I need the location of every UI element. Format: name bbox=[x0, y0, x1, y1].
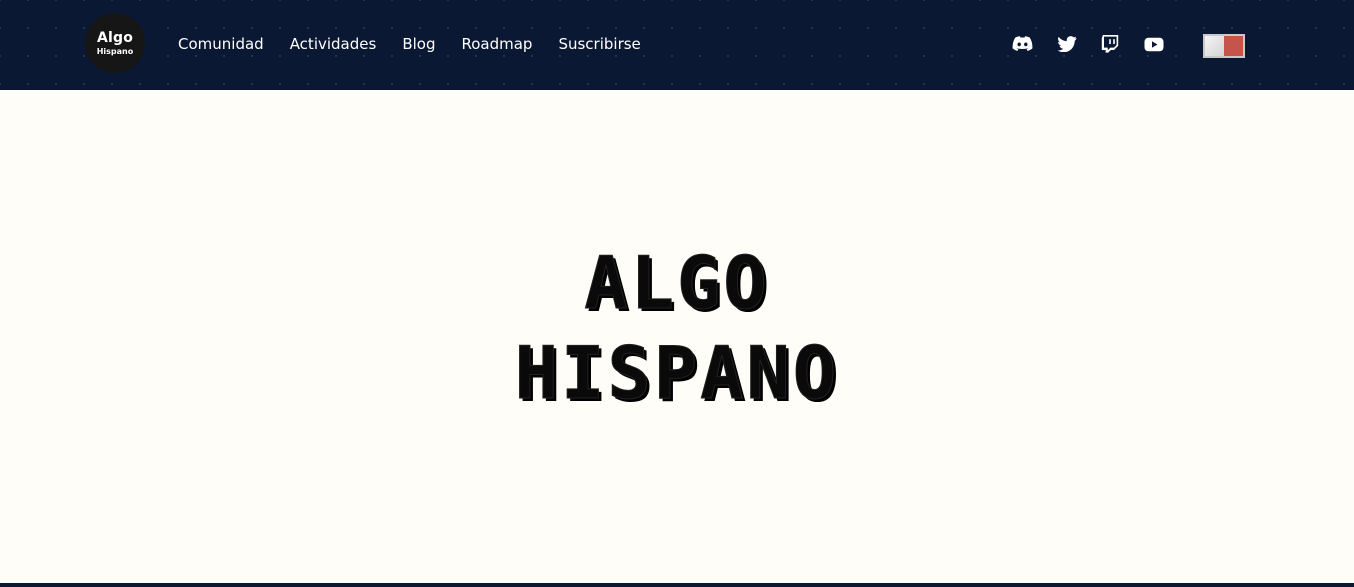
top-navbar: Algo Hispano Comunidad Actividades Blog … bbox=[0, 0, 1354, 90]
hero-title: ALGO HISPANO bbox=[0, 238, 1354, 418]
hero-section: ALGO HISPANO bbox=[0, 90, 1354, 583]
hero-title-line-2: HISPANO bbox=[514, 331, 840, 416]
toggle-track bbox=[1205, 36, 1224, 56]
toggle-knob bbox=[1224, 36, 1243, 56]
nav-link-suscribirse[interactable]: Suscribirse bbox=[558, 33, 640, 55]
hero-title-line-1: ALGO bbox=[584, 241, 770, 326]
nav-link-roadmap[interactable]: Roadmap bbox=[461, 33, 532, 55]
theme-toggle[interactable] bbox=[1203, 34, 1245, 58]
twitter-icon[interactable] bbox=[1056, 33, 1078, 55]
main-nav: Comunidad Actividades Blog Roadmap Suscr… bbox=[178, 33, 667, 55]
site-logo[interactable]: Algo Hispano bbox=[85, 13, 145, 73]
twitch-icon[interactable] bbox=[1099, 33, 1121, 55]
discord-icon[interactable] bbox=[1011, 33, 1033, 55]
nav-link-comunidad[interactable]: Comunidad bbox=[178, 33, 264, 55]
logo-text-hispano: Hispano bbox=[96, 46, 134, 56]
nav-link-actividades[interactable]: Actividades bbox=[290, 33, 377, 55]
youtube-icon[interactable] bbox=[1143, 33, 1165, 55]
nav-link-blog[interactable]: Blog bbox=[402, 33, 435, 55]
logo-text-algo: Algo bbox=[96, 29, 134, 46]
bottom-divider bbox=[0, 583, 1354, 587]
